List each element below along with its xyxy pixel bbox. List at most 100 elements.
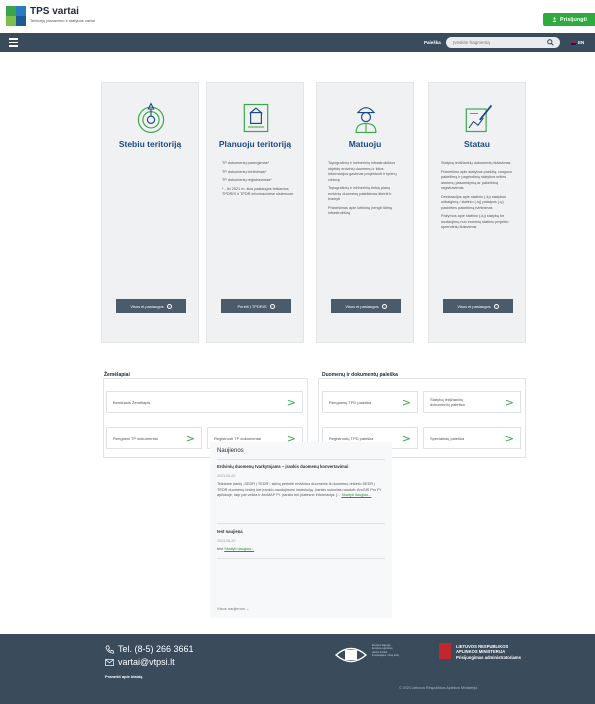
email-address: vartai@vtpsi.lt [118, 657, 175, 667]
news-item-title[interactable]: Erdvinių duomenų tvarkytojams – įrankis … [217, 464, 348, 469]
chevron-right-icon: > [401, 395, 411, 409]
footer-phone[interactable]: Tel. (8-5) 266 3661 [105, 644, 194, 654]
news-text: test Skaityti daugiau... [217, 547, 385, 553]
card-title: Matuoju [348, 139, 382, 149]
link-label: Bendrasis Žemėlapis [113, 399, 151, 405]
news-panel: Naujienos Erdvinių duomenų tvarkytojams … [210, 442, 392, 618]
card-title: Stebiu teritoriją [118, 139, 182, 149]
surveyor-icon [355, 107, 377, 133]
mail-icon [105, 658, 114, 666]
all-services-button[interactable]: Visos el.paslaugos › [331, 299, 401, 313]
link-label: Registruotų TPD paieška [329, 435, 374, 441]
card-monitor-territory: Stebiu teritoriją Visos el.paslaugos › [101, 82, 199, 343]
site-title[interactable]: TPS vartai [30, 6, 79, 17]
user-icon [552, 17, 557, 22]
card-paragraph: Topografinių ir inžinerinių tinklų planų… [328, 186, 392, 201]
card-paragraph: * - Iki 2021 m. šios paslaugos teikiamos… [222, 186, 295, 197]
logo[interactable] [6, 6, 26, 26]
button-label: Visos el.paslaugos [345, 303, 379, 309]
phone-icon [105, 645, 114, 653]
nav-bar: Paieška EN [0, 33, 595, 52]
search-icon[interactable] [547, 39, 554, 46]
link-label: Rengiamų TPD paieška [329, 399, 372, 405]
card-paragraph: TP dokumentų tvirtinimas* [222, 169, 267, 174]
search-label: Paieška [424, 40, 441, 45]
chevron-right-icon: > [185, 431, 195, 445]
eu-funds-logo [334, 647, 368, 663]
copyright: © 2023 Lietuvos Respublikos Aplinkos Min… [399, 686, 479, 690]
uk-flag-icon [571, 40, 576, 45]
divider [217, 558, 385, 559]
top-bar: TPS vartai Teritorijų planavimo ir staty… [0, 0, 595, 33]
link-label: Statybą leidžiančių dokumentų paieška [430, 397, 465, 407]
go-to-tpdris-button[interactable]: Pereiti į TPDRIS › [221, 299, 291, 313]
all-services-button[interactable]: Visos el.paslaugos › [116, 299, 186, 313]
chevron-right-icon: > [504, 395, 514, 409]
eu-funds-text: Europos Sąjunga, Europos regioninės plėt… [372, 644, 399, 658]
card-paragraph: Pranešimas apie kelininę įrengti tūrinę … [328, 205, 393, 216]
language-label: EN [578, 40, 585, 45]
footer: Tel. (8-5) 266 3661 vartai@vtpsi.lt Pran… [0, 634, 595, 704]
card-paragraph: Pažymos apie statinio (-ių) statybą be n… [441, 214, 509, 229]
card-measuring: Matuoju Topografinių ir inžinerinių infr… [316, 82, 414, 343]
admin-login-link[interactable]: Prisijungimas administratoriams [456, 655, 521, 660]
card-paragraph: Topografinių ir inžinerinių infrastruktū… [328, 161, 397, 182]
card-title: Planuoju teritoriją [218, 139, 292, 149]
all-news-link[interactable]: Visos naujienos ⌄ [217, 606, 249, 611]
planning-document-icon [243, 103, 269, 133]
card-paragraph: Statybą leidžiančių dokumentų išdavimas [441, 161, 511, 165]
card-paragraph: Deklaracijos apie statinio (-ių) statybo… [441, 194, 506, 210]
chevron-right-icon: > [504, 431, 514, 445]
card-planning: Planuoju teritoriją TP dokumentų parengi… [206, 82, 304, 343]
specialists-search-link[interactable]: Specialistų paieška > [423, 427, 521, 449]
read-more-link[interactable]: Skaityti daugiau... [224, 547, 254, 551]
news-title: Naujienos [217, 448, 244, 454]
footer-email[interactable]: vartai@vtpsi.lt [105, 657, 175, 667]
button-label: Pereiti į TPDRIS [237, 303, 267, 309]
card-description: Topografinių ir inžinerinių infrastruktū… [328, 161, 402, 220]
link-label: Specialistų paieška [430, 435, 465, 441]
search-input[interactable] [446, 37, 560, 48]
building-permit-search-link[interactable]: Statybą leidžiančių dokumentų paieška > [423, 391, 521, 413]
news-item-title[interactable]: test naujiena [217, 529, 243, 534]
card-paragraph: TP dokumentų parengimas* [222, 161, 269, 165]
arrow-right-icon: › [493, 303, 499, 309]
arrow-right-icon: › [269, 303, 275, 309]
chevron-right-icon: > [401, 431, 411, 445]
news-excerpt: test [217, 547, 224, 551]
read-more-link[interactable]: Skaityti daugiau... [341, 493, 371, 497]
arrow-right-icon: › [166, 303, 172, 309]
card-description: Statybą leidžiančių dokumentų išdavimas … [441, 161, 515, 234]
login-button[interactable]: Prisijungti [543, 13, 595, 26]
card-paragraph: Pranešimo apie statybos pradžią, rangovo… [441, 169, 512, 191]
card-title: Statau [464, 139, 490, 149]
arrow-right-icon: › [381, 303, 387, 309]
language-switch[interactable]: EN [571, 40, 584, 45]
link-label: Registruoti TP dokumentai [214, 435, 261, 441]
building-pencil-icon [465, 104, 493, 133]
phone-number: Tel. (8-5) 266 3661 [118, 644, 194, 654]
divider [217, 459, 385, 460]
prepared-tp-docs-link[interactable]: Rengiami TP dokumentai > [106, 427, 202, 449]
eye-map-icon [137, 102, 165, 133]
login-label: Prisijungti [560, 16, 587, 23]
card-building: Statau Statybą leidžiančių dokumentų išd… [428, 82, 526, 343]
button-label: Visos el.paslaugos [130, 303, 164, 309]
divider [217, 523, 385, 524]
prepared-tpd-search-link[interactable]: Rengiamų TPD paieška > [322, 391, 418, 413]
all-services-button[interactable]: Visos el.paslaugos › [443, 299, 513, 313]
button-label: Visos el.paslaugos [457, 303, 491, 309]
ministry-block[interactable]: LIETUVOS RESPUBLIKOS APLINKOS MINISTERIJ… [456, 644, 521, 660]
link-label: Rengiami TP dokumentai [113, 435, 158, 441]
report-error-link[interactable]: Pranešti apie klaidą [105, 674, 142, 679]
ministry-coat-of-arms-icon [439, 643, 451, 659]
site-subtitle: Teritorijų planavimo ir statybos vartai [30, 18, 95, 23]
card-paragraph: TP dokumentų registravimas* [222, 178, 272, 182]
chevron-right-icon: > [286, 395, 296, 409]
news-text: Teikiame įrankį „SEDR į TEDR“, skirtą pe… [217, 482, 385, 499]
news-date: 2023-06-20 [217, 474, 236, 478]
menu-icon[interactable] [9, 38, 18, 47]
card-description: TP dokumentų parengimas* TP dokumentų tv… [222, 161, 296, 201]
news-date: 2023-06-20 [217, 539, 236, 543]
general-map-link[interactable]: Bendrasis Žemėlapis > [106, 391, 303, 413]
